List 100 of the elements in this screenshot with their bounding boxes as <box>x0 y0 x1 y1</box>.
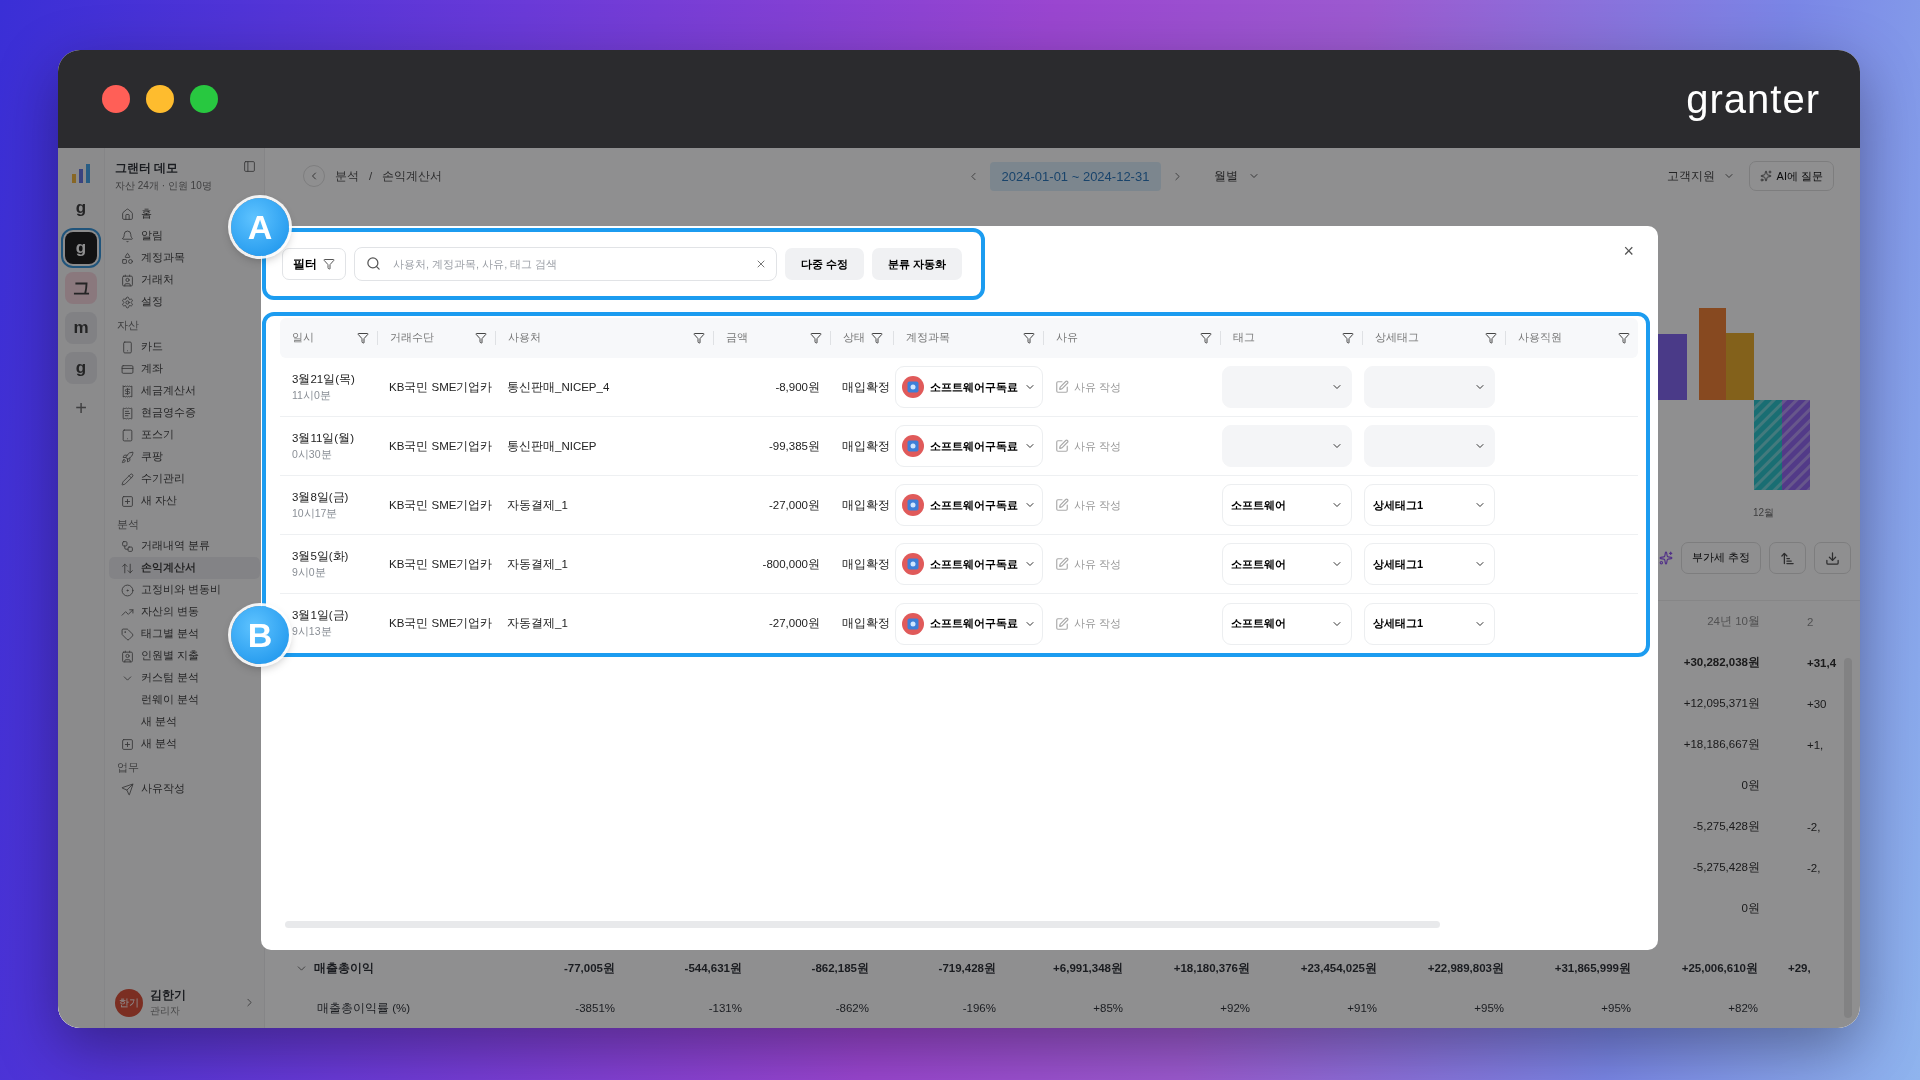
sidebar-item[interactable]: 새 분석 <box>109 733 260 755</box>
column-header: 사용직원 <box>1518 331 1562 345</box>
toolbar-button[interactable]: 다중 수정 <box>785 248 865 280</box>
sidebar-item[interactable]: 거래처 <box>109 269 260 291</box>
table-cell-text: +12,095,371원 <box>1682 696 1760 711</box>
account-select[interactable]: 소프트웨어구독료 <box>895 484 1043 526</box>
sidebar-item[interactable]: 사유작성 <box>109 778 260 800</box>
filter-icon[interactable] <box>357 332 369 344</box>
sidebar-item[interactable]: 새 분석 <box>109 711 260 733</box>
workspace-avatar[interactable]: 그 <box>65 272 97 304</box>
sidebar-item[interactable]: 카드 <box>109 336 260 358</box>
table-cell-text: +1, <box>1806 737 1825 753</box>
sidebar-item[interactable]: 계좌 <box>109 358 260 380</box>
table-cell: 통신판매_NICEP <box>507 438 597 454</box>
sidebar-toggle-icon[interactable] <box>243 160 256 173</box>
column-header: 24년 10월 <box>1706 614 1760 629</box>
filter-icon[interactable] <box>810 332 822 344</box>
filter-button[interactable]: 필터 <box>282 248 346 280</box>
table-cell-text: +29, <box>1787 961 1812 976</box>
tag-select[interactable]: 소프트웨어 <box>1222 602 1352 645</box>
sidebar-item[interactable]: 수기관리 <box>109 468 260 490</box>
table-cell: 매입확정 <box>842 616 890 631</box>
up-down-arrows-icon <box>121 561 134 575</box>
toolbar-button[interactable]: 분류 자동화 <box>872 248 963 280</box>
close-button[interactable]: × <box>1619 242 1638 260</box>
callout-badge: A <box>231 198 289 256</box>
write-reason-link[interactable]: 사유 작성 <box>1055 616 1122 631</box>
clear-icon[interactable] <box>755 258 767 270</box>
disc-icon <box>902 435 924 457</box>
account-select[interactable]: 소프트웨어구독료 <box>895 366 1043 408</box>
breadcrumb-link[interactable]: 분석 <box>335 168 359 184</box>
tag-select[interactable]: 소프트웨어 <box>1222 484 1352 526</box>
write-reason-link[interactable]: 사유 작성 <box>1055 438 1122 454</box>
pencil-square-icon <box>1055 557 1069 571</box>
detail-tag-select[interactable]: 상세태그1 <box>1364 602 1495 645</box>
download-button[interactable] <box>1813 542 1851 574</box>
vat-estimate-button[interactable]: 부가세 추정 <box>1681 542 1761 574</box>
sidebar-item[interactable]: 쿠팡 <box>109 446 260 468</box>
column-header: 2 <box>1806 614 1815 630</box>
table-cell: 매입확정 <box>842 379 890 395</box>
chart-axis-label: 12월 <box>1752 506 1776 520</box>
sidebar-item[interactable]: 현금영수증 <box>109 402 260 424</box>
column-header: 거래수단 <box>390 331 434 345</box>
filter-icon[interactable] <box>1023 332 1035 344</box>
table-cell-text: 0원 <box>1740 901 1760 916</box>
disc-icon <box>902 612 924 635</box>
filter-icon[interactable] <box>1200 332 1212 344</box>
sort-icon <box>1779 550 1795 566</box>
filter-icon[interactable] <box>1618 332 1630 344</box>
filter-icon[interactable] <box>871 332 883 344</box>
sidebar-item[interactable]: 고정비와 변동비 <box>109 579 260 601</box>
table-cell: KB국민 SME기업카 <box>389 497 493 513</box>
send-icon <box>121 782 134 796</box>
tag-select[interactable]: 소프트웨어 <box>1222 543 1352 585</box>
disc-icon <box>902 553 924 575</box>
write-reason-link[interactable]: 사유 작성 <box>1055 379 1122 395</box>
table-cell: -800,000원 <box>762 556 820 572</box>
sidebar-item[interactable]: 세금계산서 <box>109 380 260 402</box>
sidebar-item[interactable]: 새 자산 <box>109 490 260 512</box>
sidebar-item[interactable]: 설정 <box>109 291 260 313</box>
time-text: 0시30분 <box>292 447 333 462</box>
detail-tag-select[interactable]: 상세태그1 <box>1364 543 1495 585</box>
table-cell-text: +6,991,348원 <box>1052 960 1123 976</box>
workspace-avatar[interactable]: m <box>65 312 97 344</box>
disc-icon <box>902 494 924 516</box>
write-reason-link[interactable]: 사유 작성 <box>1055 497 1122 513</box>
sort-button[interactable] <box>1768 542 1806 574</box>
account-select[interactable]: 소프트웨어구독료 <box>895 543 1043 585</box>
filter-icon[interactable] <box>1485 332 1497 344</box>
support-menu[interactable]: 고객지원 <box>1666 167 1735 185</box>
bar-chart-icon <box>70 162 92 184</box>
filter-icon[interactable] <box>475 332 487 344</box>
date-range[interactable]: 2024-01-01 ~ 2024-12-31 <box>989 161 1162 191</box>
search-field[interactable]: 사용처, 계정과목, 사유, 태그 검색 <box>354 247 777 281</box>
minimize-window-icon[interactable] <box>146 85 174 113</box>
account-select[interactable]: 소프트웨어구독료 <box>895 602 1043 645</box>
sidebar-item[interactable]: 손익계산서 <box>109 557 260 579</box>
chart-bar <box>1726 333 1754 400</box>
sidebar-item[interactable]: 거래내역 분류 <box>109 535 260 557</box>
add-workspace-button[interactable]: + <box>65 392 97 424</box>
workspace-avatar[interactable]: g <box>65 352 97 384</box>
close-window-icon[interactable] <box>102 85 130 113</box>
filter-icon[interactable] <box>693 332 705 344</box>
sidebar-item[interactable]: 커스텀 분석 <box>109 667 260 689</box>
ai-question-button[interactable]: AI에 질문 <box>1748 161 1834 191</box>
account-select[interactable]: 소프트웨어구독료 <box>895 425 1043 467</box>
table-cell-text: 0원 <box>1740 778 1760 793</box>
user-avatar: 한기 <box>115 988 143 1017</box>
filter-icon[interactable] <box>1342 332 1354 344</box>
circle-dot-icon <box>121 583 134 597</box>
table-cell: -27,000원 <box>769 616 820 631</box>
write-reason-link[interactable]: 사유 작성 <box>1055 556 1122 572</box>
contact-card-icon <box>121 649 134 663</box>
detail-tag-select[interactable]: 상세태그1 <box>1364 484 1495 526</box>
sparkle-icon[interactable] <box>1659 551 1673 565</box>
sidebar-item[interactable]: 런웨이 분석 <box>109 689 260 711</box>
maximize-window-icon[interactable] <box>190 85 218 113</box>
period-select[interactable]: 월별 <box>1214 167 1261 185</box>
sidebar-item[interactable]: 포스기 <box>109 424 260 446</box>
contact-card-icon <box>121 273 134 287</box>
